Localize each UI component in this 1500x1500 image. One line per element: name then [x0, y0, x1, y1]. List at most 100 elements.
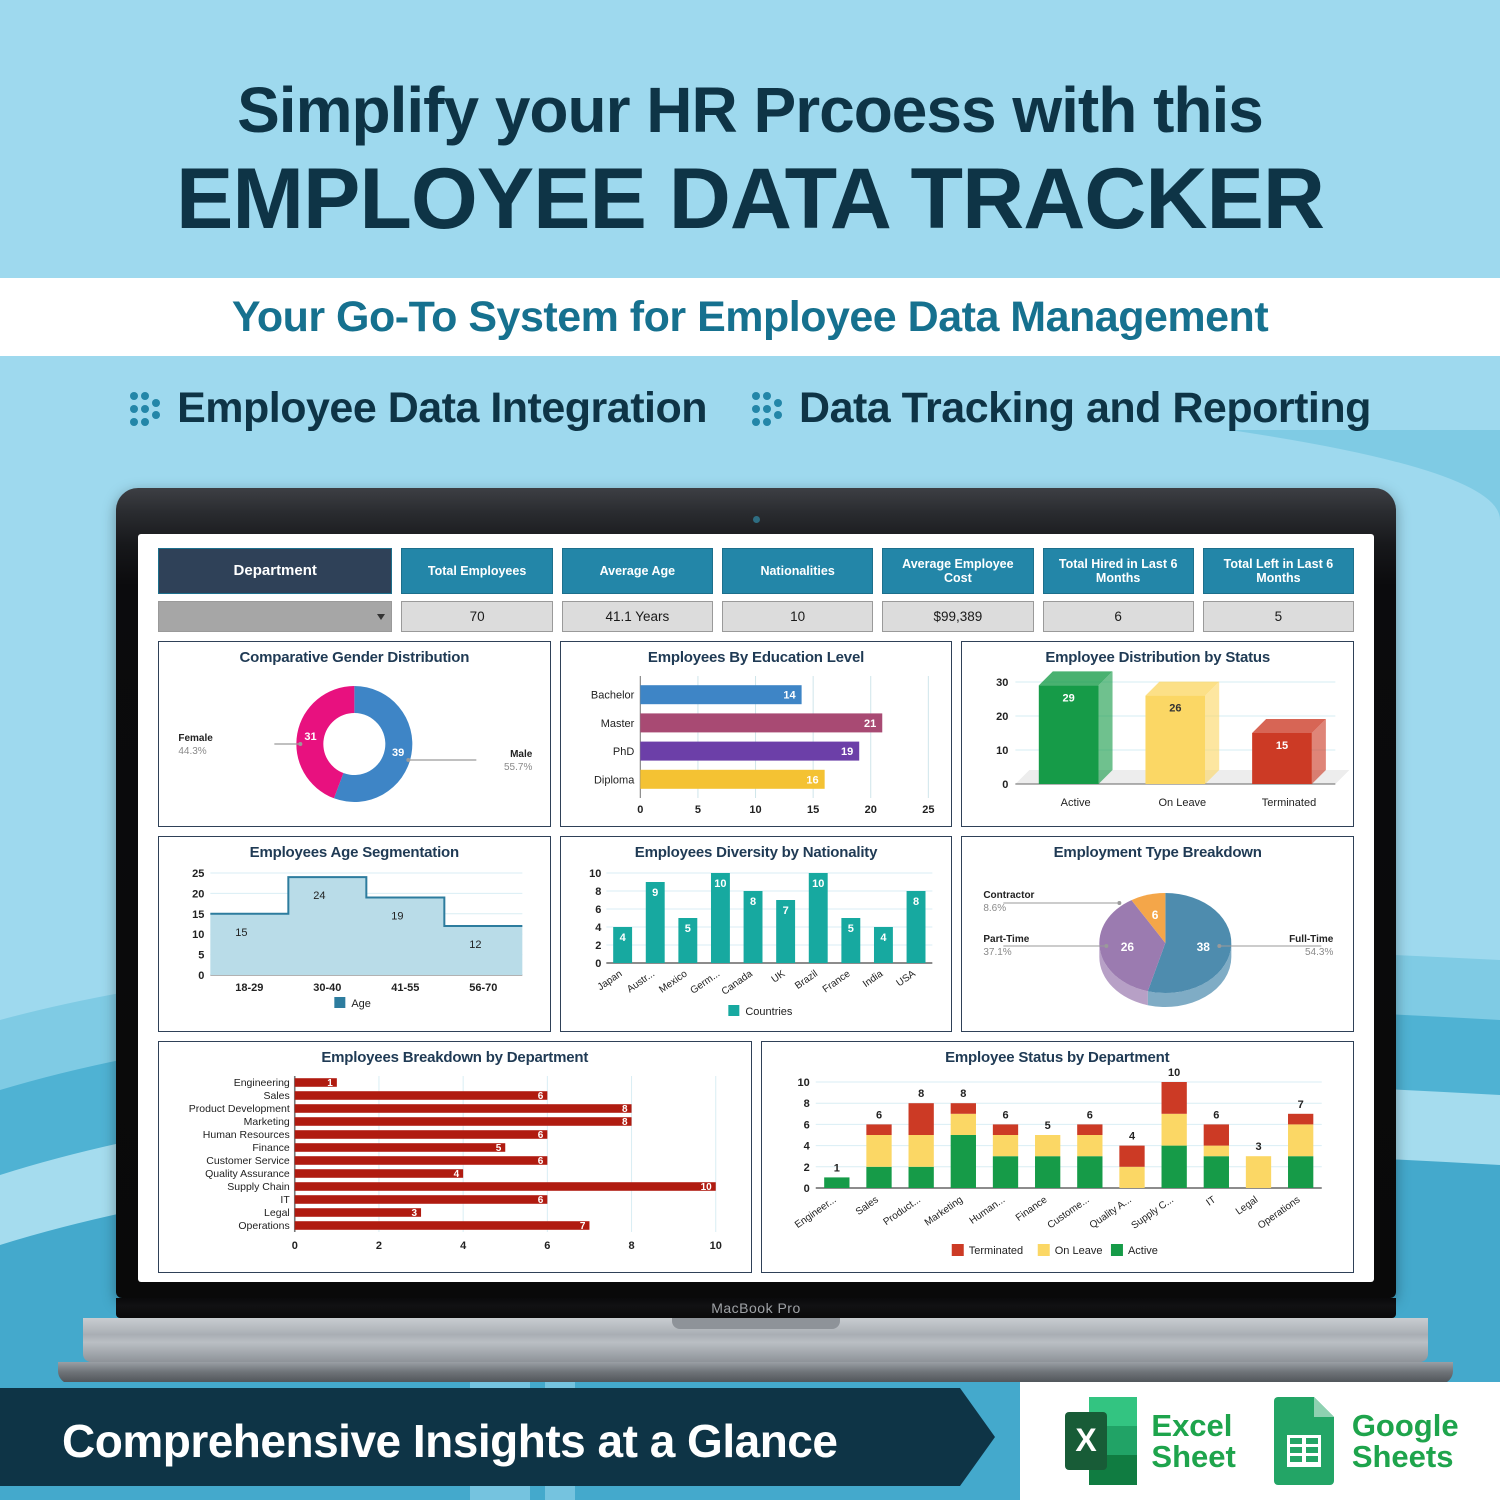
y-tick-label: Master	[600, 718, 634, 730]
status-by-department-stacked-chart: 0 2 4 6 8 10 1 Engineer... 6 Sales 8 Product... 8 Mar…	[793, 1068, 1322, 1257]
excel-icon: X	[1065, 1397, 1138, 1485]
pie-percent-contractor: 8.6%	[984, 903, 1007, 914]
x-tick-label: Terminated	[1262, 797, 1316, 809]
pie-value-label: 26	[1121, 940, 1135, 954]
department-filter-dropdown[interactable]	[158, 601, 393, 632]
legend-swatch	[334, 997, 346, 1008]
bar-total-label: 3	[1255, 1141, 1261, 1153]
kpi-total-employees: Total Employees 70	[401, 548, 553, 632]
page-subtitle: Your Go-To System for Employee Data Mana…	[231, 292, 1269, 341]
y-tick-label: IT	[280, 1194, 290, 1206]
bar-value-label: 1	[327, 1078, 333, 1089]
x-tick-label: On Leave	[1159, 797, 1207, 809]
y-tick-label: 0	[198, 970, 204, 982]
chart-title: Employees Diversity by Nationality	[634, 844, 878, 861]
kpi-label: Average Employee Cost	[882, 548, 1034, 594]
footer: Comprehensive Insights at a Glance X Exc…	[0, 1382, 1500, 1500]
x-tick-label: 10	[710, 1240, 722, 1252]
kpi-value: 10	[721, 601, 874, 632]
bar-value-label: 3	[411, 1208, 417, 1219]
logo-group: X Excel Sheet Google Sheets	[1020, 1382, 1500, 1500]
bar-segment	[1287, 1156, 1313, 1188]
pie-value-label: 31	[304, 731, 316, 743]
x-tick-label: 56-70	[469, 982, 497, 994]
card-education-level: Employees By Education Level 0 5 10 15 20 25 1…	[559, 641, 953, 827]
bar	[640, 685, 802, 705]
page-title-line1: Simplify your HR Prcoess with this	[237, 74, 1264, 146]
bar-total-label: 6	[875, 1109, 881, 1121]
x-tick-label: 30-40	[313, 982, 341, 994]
bar-segment	[1161, 1145, 1187, 1188]
google-sheets-icon	[1273, 1397, 1334, 1485]
y-tick-label: 0	[803, 1183, 809, 1195]
legend-label: Terminated	[968, 1245, 1022, 1257]
pie-value-label: 39	[392, 747, 404, 759]
bar-total-label: 6	[1002, 1109, 1008, 1121]
y-tick-label: Bachelor	[591, 690, 635, 702]
dots-arrow-icon	[130, 391, 161, 426]
bar-value-label: 10	[714, 878, 726, 890]
bar-segment	[1203, 1145, 1229, 1157]
bar	[294, 1182, 716, 1191]
bar-total-label: 6	[1086, 1109, 1092, 1121]
y-tick-label: Engineering	[234, 1077, 290, 1089]
x-tick-label: Marketing	[922, 1194, 964, 1228]
legend-label: Countries	[745, 1006, 793, 1018]
bar-segment	[992, 1124, 1018, 1135]
laptop-base-foot	[58, 1362, 1453, 1384]
subtitle-band: Your Go-To System for Employee Data Mana…	[0, 278, 1500, 357]
google-sheets-logo: Google Sheets	[1270, 1395, 1459, 1487]
excel-logo: X Excel Sheet	[1061, 1395, 1236, 1487]
x-tick-label: Custome...	[1045, 1194, 1091, 1231]
card-employment-type: Employment Type Breakdown 38 26 6 Contracto…	[961, 836, 1355, 1032]
department-bar-chart: 0 2 4 6 8 10 1 Engineering 6 Sales 8 Product Develo…	[189, 1076, 722, 1252]
bar-value-label: 15	[1276, 740, 1288, 752]
bar-segment	[1161, 1113, 1187, 1146]
y-tick-label: 0	[595, 958, 601, 970]
bar	[294, 1195, 548, 1204]
kpi-label: Average Age	[561, 548, 713, 594]
bar-total-label: 8	[960, 1088, 966, 1100]
bar-value-label: 14	[783, 690, 796, 702]
x-tick-label: 6	[544, 1240, 550, 1252]
card-gender-distribution: Comparative Gender Distribution 39 31 Fema…	[158, 641, 551, 827]
kpi-label: Department	[158, 548, 393, 594]
leader-dot	[298, 742, 303, 746]
y-tick-label: 8	[803, 1098, 809, 1110]
kpi-label: Total Employees	[401, 548, 553, 594]
bar	[640, 741, 859, 761]
y-tick-label: Finance	[252, 1142, 290, 1154]
kpi-nationalities: Nationalities 10	[721, 548, 874, 632]
legend-label: Age	[351, 998, 371, 1010]
y-tick-label: 4	[595, 922, 602, 934]
x-tick-label: Finance	[1013, 1194, 1049, 1224]
kpi-value: 6	[1042, 601, 1194, 632]
bar-value-label: 7	[782, 905, 788, 917]
bar-segment	[865, 1166, 892, 1188]
card-age-segmentation: Employees Age Segmentation 0 5 10 15 20 25 15 1…	[158, 836, 551, 1032]
bar-segment	[865, 1135, 892, 1167]
x-tick-label: 18-29	[235, 982, 263, 994]
chevron-down-icon	[377, 613, 386, 620]
leader-dot	[1117, 901, 1122, 905]
legend-swatch	[1110, 1244, 1123, 1256]
y-tick-label: 20	[996, 711, 1008, 723]
bar-value-label: 26	[1170, 703, 1182, 715]
x-tick-label: 10	[749, 804, 761, 816]
leader-dot	[1104, 944, 1109, 948]
bar-segment	[992, 1156, 1018, 1188]
chart-title: Comparative Gender Distribution	[239, 649, 470, 666]
pie-value-label: 6	[1152, 908, 1159, 922]
y-tick-label: Customer Service	[206, 1155, 290, 1167]
employment-type-pie-chart: 38 26 6 Contractor 8.6% Part-Time 37.1% Full-Ti…	[984, 890, 1334, 1007]
bar-value-label: 16	[806, 774, 818, 786]
legend-swatch	[728, 1005, 740, 1016]
bar-segment	[992, 1135, 1018, 1157]
kpi-value: 5	[1202, 601, 1355, 632]
page-title-line2: EMPLOYEE DATA TRACKER	[176, 151, 1325, 247]
bar-segment	[865, 1124, 892, 1135]
x-tick-label: UK	[769, 968, 787, 985]
kpi-total-hired: Total Hired in Last 6 Months 6	[1042, 548, 1194, 632]
footer-banner: Comprehensive Insights at a Glance	[0, 1396, 995, 1486]
bar	[640, 713, 882, 733]
